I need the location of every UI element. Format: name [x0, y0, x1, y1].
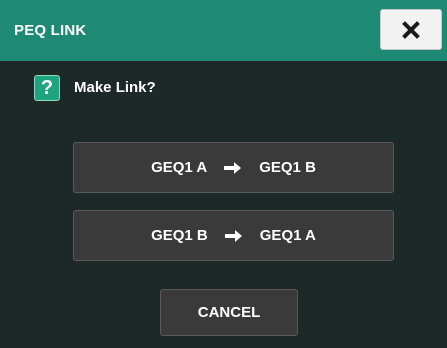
close-icon: [402, 20, 420, 39]
link-b-to-a-button[interactable]: GEQ1 B GEQ1 A: [73, 210, 394, 261]
peq-link-dialog: PEQ LINK ? Make Link? GEQ1 A GEQ1 B GEQ1…: [0, 0, 447, 348]
close-button[interactable]: [380, 9, 442, 50]
link-a-to-b-button[interactable]: GEQ1 A GEQ1 B: [73, 142, 394, 193]
link-to-label: GEQ1 B: [259, 159, 316, 176]
cancel-button[interactable]: CANCEL: [160, 289, 298, 336]
prompt-text: Make Link?: [74, 79, 156, 96]
arrow-right-icon: [224, 161, 242, 175]
link-from-label: GEQ1 A: [151, 159, 208, 176]
link-from-label: GEQ1 B: [151, 227, 208, 244]
dialog-title: PEQ LINK: [14, 22, 87, 39]
titlebar: PEQ LINK: [0, 0, 447, 61]
question-icon: ?: [34, 75, 60, 101]
cancel-label: CANCEL: [197, 304, 261, 321]
link-to-label: GEQ1 A: [259, 227, 316, 244]
arrow-right-icon: [224, 229, 243, 243]
